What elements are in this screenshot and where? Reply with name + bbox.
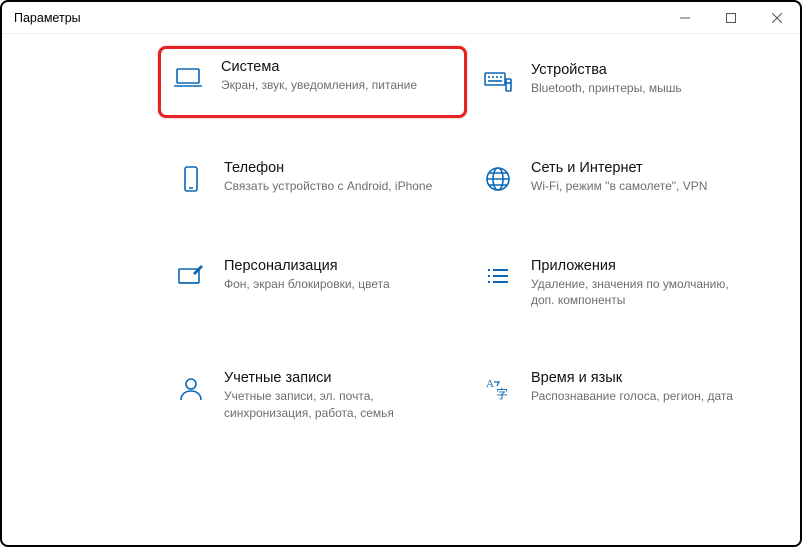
tile-apps[interactable]: Приложения Удаление, значения по умолчан… (475, 252, 764, 314)
titlebar: Параметры (2, 2, 800, 34)
minimize-button[interactable] (662, 2, 708, 33)
tile-phone-title: Телефон (224, 160, 432, 176)
tile-devices-desc: Bluetooth, принтеры, мышь (531, 80, 682, 96)
settings-grid: Система Экран, звук, уведомления, питани… (18, 56, 784, 427)
window-title: Параметры (14, 11, 81, 25)
tile-network-desc: Wi-Fi, режим "в самолете", VPN (531, 178, 707, 194)
tile-personalization-desc: Фон, экран блокировки, цвета (224, 276, 390, 292)
tile-system-title: Система (221, 59, 417, 75)
tile-accounts-desc: Учетные записи, эл. почта, синхронизация… (224, 388, 434, 420)
tile-phone-desc: Связать устройство с Android, iPhone (224, 178, 432, 194)
content-area: Система Экран, звук, уведомления, питани… (2, 34, 800, 545)
maximize-button[interactable] (708, 2, 754, 33)
tile-timelang-desc: Распознавание голоса, регион, дата (531, 388, 733, 404)
apps-list-icon (481, 260, 515, 294)
tile-apps-title: Приложения (531, 258, 741, 274)
tile-personalization-title: Персонализация (224, 258, 390, 274)
window-controls (662, 2, 800, 33)
tile-apps-desc: Удаление, значения по умолчанию, доп. ко… (531, 276, 741, 308)
personalization-icon (174, 260, 208, 294)
tile-accounts[interactable]: Учетные записи Учетные записи, эл. почта… (168, 364, 457, 426)
svg-text:A: A (486, 378, 494, 390)
tile-system[interactable]: Система Экран, звук, уведомления, питани… (158, 46, 467, 118)
settings-window: Параметры (0, 0, 802, 547)
close-button[interactable] (754, 2, 800, 33)
tile-devices[interactable]: Устройства Bluetooth, принтеры, мышь (475, 56, 764, 104)
keyboard-icon (481, 64, 515, 98)
tile-devices-title: Устройства (531, 62, 682, 78)
tile-accounts-title: Учетные записи (224, 370, 434, 386)
tile-system-desc: Экран, звук, уведомления, питание (221, 77, 417, 93)
tile-personalization[interactable]: Персонализация Фон, экран блокировки, цв… (168, 252, 457, 314)
svg-text:字: 字 (496, 386, 508, 401)
person-icon (174, 372, 208, 406)
tile-network-title: Сеть и Интернет (531, 160, 707, 176)
time-language-icon: A 字 (481, 372, 515, 406)
tile-timelang-title: Время и язык (531, 370, 733, 386)
globe-icon (481, 162, 515, 196)
laptop-icon (171, 61, 205, 95)
tile-time-language[interactable]: A 字 Время и язык Распознавание голоса, р… (475, 364, 764, 426)
tile-phone[interactable]: Телефон Связать устройство с Android, iP… (168, 154, 457, 202)
tile-network[interactable]: Сеть и Интернет Wi-Fi, режим "в самолете… (475, 154, 764, 202)
phone-icon (174, 162, 208, 196)
